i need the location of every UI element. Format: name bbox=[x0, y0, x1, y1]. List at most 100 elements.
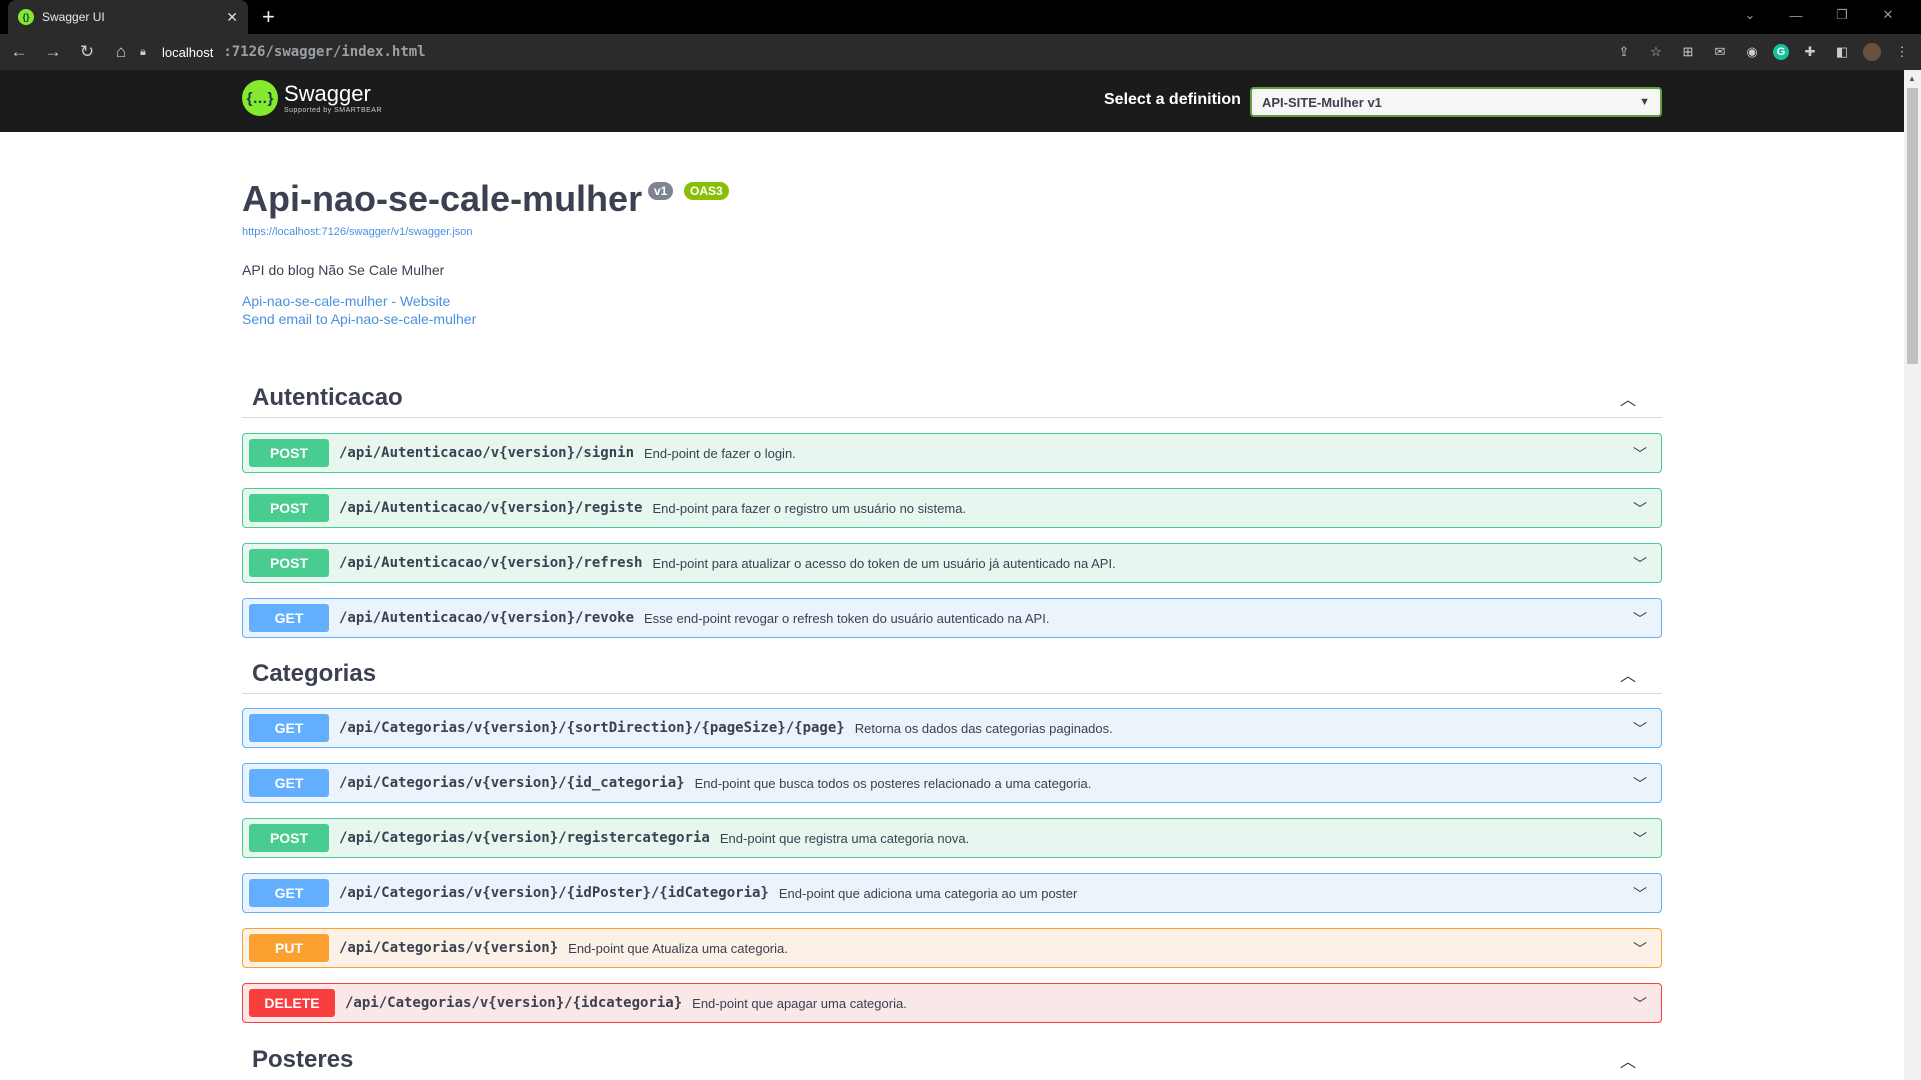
profile-avatar[interactable] bbox=[1863, 43, 1881, 61]
operation-summary: End-point que adiciona uma categoria ao … bbox=[778, 885, 1078, 901]
api-description: API do blog Não Se Cale Mulher bbox=[242, 262, 445, 278]
method-badge: GET bbox=[249, 604, 329, 632]
operation-path: /api/Categorias/v{version}/{id_categoria… bbox=[339, 775, 685, 791]
chevron-down-icon[interactable]: ﹀ bbox=[1633, 554, 1647, 574]
browser-toolbar: ← → ↻ ⌂ 🔒︎ localhost:7126/swagger/index.… bbox=[0, 34, 1921, 70]
definition-select[interactable]: API-SITE-Mulher v1 ▼ bbox=[1250, 87, 1662, 117]
new-tab-icon[interactable]: + bbox=[262, 4, 275, 30]
method-badge: GET bbox=[249, 769, 329, 797]
operation-row[interactable]: GET /api/Categorias/v{version}/{sortDire… bbox=[242, 708, 1662, 748]
logo-name: Swagger bbox=[284, 80, 371, 106]
spec-url-link[interactable]: https://localhost:7126/swagger/v1/swagge… bbox=[242, 226, 473, 238]
tag-name: Categorias bbox=[252, 660, 377, 687]
operation-summary: End-point de fazer o login. bbox=[644, 445, 796, 461]
swagger-topbar: {…} Swagger Supported by SMARTBEAR Selec… bbox=[0, 70, 1904, 132]
chevron-down-icon[interactable]: ﹀ bbox=[1633, 719, 1647, 739]
operation-summary: End-point para atualizar o acesso do tok… bbox=[652, 555, 1116, 571]
operation-summary: Esse end-point revogar o refresh token d… bbox=[644, 610, 1050, 626]
email-link[interactable]: Send email to Api-nao-se-cale-mulher bbox=[242, 311, 476, 327]
address-bar[interactable]: 🔒︎ localhost:7126/swagger/index.html bbox=[140, 38, 1640, 66]
restore-icon[interactable]: ❐ bbox=[1819, 0, 1865, 30]
tag-name: Posteres bbox=[252, 1046, 354, 1073]
window-controls: ⌄ — ❐ ✕ bbox=[1727, 0, 1911, 30]
chevron-down-icon[interactable]: ﹀ bbox=[1633, 444, 1647, 464]
operation-path: /api/Autenticacao/v{version}/registe bbox=[339, 500, 643, 516]
operation-path: /api/Autenticacao/v{version}/signin bbox=[339, 445, 635, 461]
operation-row[interactable]: PUT /api/Categorias/v{version} End-point… bbox=[242, 928, 1662, 968]
swagger-logo[interactable]: {…} Swagger Supported by SMARTBEAR bbox=[242, 80, 382, 116]
browser-tabbar: {} Swagger UI ✕ + ⌄ — ❐ ✕ bbox=[0, 0, 1921, 34]
swagger-favicon-icon: {} bbox=[18, 9, 34, 25]
operation-summary: End-point para fazer o registro um usuár… bbox=[652, 500, 967, 516]
operation-row[interactable]: POST /api/Autenticacao/v{version}/signin… bbox=[242, 433, 1662, 473]
camera-extension-icon[interactable]: ◉ bbox=[1741, 41, 1763, 63]
operation-row[interactable]: POST /api/Autenticacao/v{version}/refres… bbox=[242, 543, 1662, 583]
method-badge: PUT bbox=[249, 934, 329, 962]
chevron-down-icon[interactable]: ﹀ bbox=[1633, 829, 1647, 849]
lock-icon[interactable]: 🔒︎ bbox=[140, 46, 154, 59]
operation-path: /api/Categorias/v{version}/{idcategoria} bbox=[345, 995, 683, 1011]
page-scrollbar[interactable]: ▲ bbox=[1904, 70, 1921, 1080]
forward-icon[interactable]: → bbox=[38, 37, 68, 67]
api-title: Api-nao-se-cale-mulher bbox=[242, 178, 643, 219]
operation-row[interactable]: GET /api/Categorias/v{version}/{idPoster… bbox=[242, 873, 1662, 913]
back-icon[interactable]: ← bbox=[4, 37, 34, 67]
definition-value: API-SITE-Mulher v1 bbox=[1262, 94, 1382, 110]
chevron-down-icon[interactable]: ﹀ bbox=[1633, 609, 1647, 629]
version-badge: v1 bbox=[648, 182, 674, 200]
tag-section-posteres[interactable]: Posteres ︿ bbox=[242, 1040, 1662, 1080]
definition-label: Select a definition bbox=[1104, 91, 1241, 108]
operation-path: /api/Categorias/v{version}/{idPoster}/{i… bbox=[339, 885, 769, 901]
operation-path: /api/Categorias/v{version}/registercateg… bbox=[339, 830, 710, 846]
chevron-down-icon[interactable]: ﹀ bbox=[1633, 939, 1647, 959]
tab-close-icon[interactable]: ✕ bbox=[226, 9, 238, 26]
scrollbar-thumb[interactable] bbox=[1907, 88, 1918, 364]
method-badge: POST bbox=[249, 824, 329, 852]
chevron-down-icon[interactable]: ﹀ bbox=[1633, 884, 1647, 904]
mail-extension-icon[interactable]: ✉ bbox=[1709, 41, 1731, 63]
operation-summary: Retorna os dados das categorias paginado… bbox=[854, 720, 1113, 736]
operation-summary: End-point que busca todos os posteres re… bbox=[694, 775, 1092, 791]
chevron-up-icon[interactable]: ︿ bbox=[1620, 386, 1636, 410]
operation-row[interactable]: DELETE /api/Categorias/v{version}/{idcat… bbox=[242, 983, 1662, 1023]
operation-row[interactable]: POST /api/Categorias/v{version}/register… bbox=[242, 818, 1662, 858]
scroll-up-icon[interactable]: ▲ bbox=[1908, 74, 1916, 83]
minimize-icon[interactable]: — bbox=[1773, 0, 1819, 30]
operation-path: /api/Categorias/v{version}/{sortDirectio… bbox=[339, 720, 845, 736]
tab-search-icon[interactable]: ⌄ bbox=[1727, 0, 1773, 30]
close-window-icon[interactable]: ✕ bbox=[1865, 0, 1911, 30]
tab-title: Swagger UI bbox=[42, 10, 105, 24]
menu-kebab-icon[interactable]: ⋮ bbox=[1891, 41, 1913, 63]
chevron-down-icon: ▼ bbox=[1639, 96, 1650, 108]
chevron-down-icon[interactable]: ﹀ bbox=[1633, 499, 1647, 519]
reload-icon[interactable]: ↻ bbox=[72, 37, 102, 67]
chevron-down-icon[interactable]: ﹀ bbox=[1633, 994, 1647, 1014]
method-badge: DELETE bbox=[249, 989, 335, 1017]
side-panel-icon[interactable]: ◧ bbox=[1831, 41, 1853, 63]
tag-name: Autenticacao bbox=[252, 384, 403, 411]
chevron-up-icon[interactable]: ︿ bbox=[1620, 1048, 1636, 1072]
method-badge: GET bbox=[249, 714, 329, 742]
tag-section-autenticacao[interactable]: Autenticacao ︿ bbox=[242, 378, 1662, 418]
operation-row[interactable]: GET /api/Autenticacao/v{version}/revoke … bbox=[242, 598, 1662, 638]
operation-row[interactable]: GET /api/Categorias/v{version}/{id_categ… bbox=[242, 763, 1662, 803]
method-badge: GET bbox=[249, 879, 329, 907]
method-badge: POST bbox=[249, 494, 329, 522]
tag-section-categorias[interactable]: Categorias ︿ bbox=[242, 654, 1662, 694]
extensions-puzzle-icon[interactable]: ✚ bbox=[1799, 41, 1821, 63]
method-badge: POST bbox=[249, 549, 329, 577]
operation-row[interactable]: POST /api/Autenticacao/v{version}/regist… bbox=[242, 488, 1662, 528]
share-icon[interactable]: ⇪ bbox=[1613, 41, 1635, 63]
home-icon[interactable]: ⌂ bbox=[106, 37, 136, 67]
operation-summary: End-point que Atualiza uma categoria. bbox=[568, 940, 788, 956]
method-badge: POST bbox=[249, 439, 329, 467]
chevron-up-icon[interactable]: ︿ bbox=[1620, 662, 1636, 686]
bookmark-star-icon[interactable]: ☆ bbox=[1645, 41, 1667, 63]
grammarly-extension-icon[interactable]: G bbox=[1773, 44, 1789, 60]
chevron-down-icon[interactable]: ﹀ bbox=[1633, 774, 1647, 794]
website-link[interactable]: Api-nao-se-cale-mulher - Website bbox=[242, 293, 450, 309]
operation-summary: End-point que apagar uma categoria. bbox=[692, 995, 907, 1011]
browser-tab[interactable]: {} Swagger UI ✕ bbox=[8, 0, 248, 34]
translate-extension-icon[interactable]: ⊞ bbox=[1677, 41, 1699, 63]
swagger-logo-icon: {…} bbox=[242, 80, 278, 116]
